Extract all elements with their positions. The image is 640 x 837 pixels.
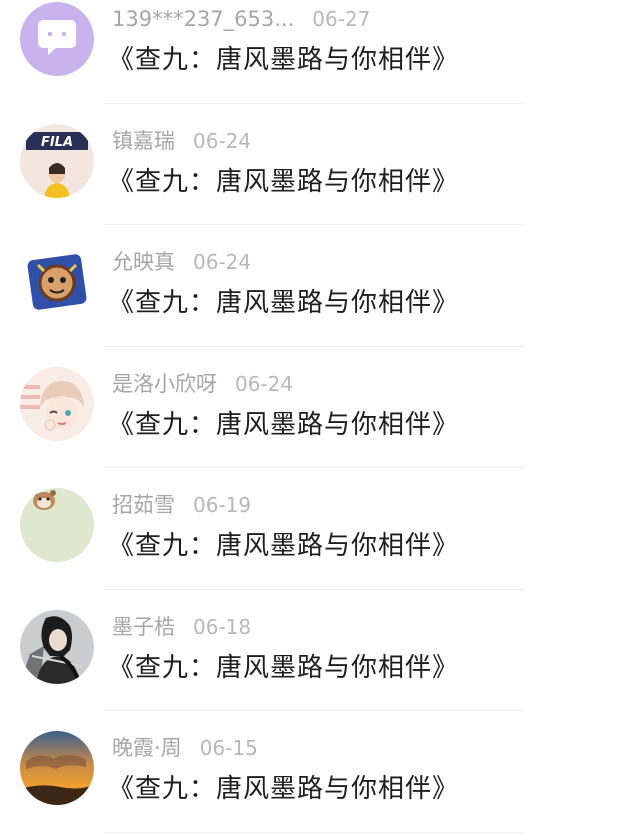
username[interactable]: 139***237_653... xyxy=(112,7,294,31)
hamster-avatar[interactable] xyxy=(20,488,94,562)
comment-item[interactable]: 允映真 06-24 《查九：唐风墨路与你相伴》 xyxy=(0,225,640,347)
comment-meta: 是洛小欣呀 06-24 xyxy=(112,369,293,399)
comment-item[interactable]: 墨子梏 06-18 《查九：唐风墨路与你相伴》 xyxy=(0,590,640,711)
comment-item[interactable]: 招茹雪 06-19 《查九：唐风墨路与你相伴》 xyxy=(0,468,640,590)
comment-text: 《查九：唐风墨路与你相伴》 xyxy=(108,531,460,561)
comment-item[interactable]: 139***237_653... 06-27 《查九：唐风墨路与你相伴》 xyxy=(0,0,640,104)
anime-girl-avatar[interactable] xyxy=(20,366,94,441)
timestamp: 06-27 xyxy=(312,7,371,31)
comment-text: 《查九：唐风墨路与你相伴》 xyxy=(108,45,460,75)
username[interactable]: 是洛小欣呀 xyxy=(112,372,217,396)
comment-meta: 晚霞·周 06-15 xyxy=(112,733,258,763)
comment-list: 139***237_653... 06-27 《查九：唐风墨路与你相伴》 FILA… xyxy=(0,0,640,833)
comment-text: 《查九：唐风墨路与你相伴》 xyxy=(108,288,460,318)
timestamp: 06-24 xyxy=(193,128,252,153)
comment-text: 《查九：唐风墨路与你相伴》 xyxy=(108,652,460,683)
username[interactable]: 允映真 xyxy=(112,250,175,274)
comment-item[interactable]: 是洛小欣呀 06-24 《查九：唐风墨路与你相伴》 xyxy=(0,347,640,468)
comment-meta: 允映真 06-24 xyxy=(112,247,251,277)
comment-item[interactable]: 晚霞·周 06-15 《查九：唐风墨路与你相伴》 xyxy=(0,711,640,833)
username[interactable]: 墨子梏 xyxy=(112,615,175,639)
comment-item[interactable]: FILA 镇嘉瑞 06-24 《查九：唐风墨路与你相伴》 xyxy=(0,104,640,225)
swordsman-avatar[interactable] xyxy=(20,609,94,684)
timestamp: 06-19 xyxy=(193,493,252,517)
comment-meta: 招茹雪 06-19 xyxy=(112,490,251,520)
username[interactable]: 晚霞·周 xyxy=(112,736,182,760)
comment-meta: 139***237_653... 06-27 xyxy=(112,4,370,34)
username[interactable]: 镇嘉瑞 xyxy=(112,129,175,153)
timestamp: 06-18 xyxy=(193,614,252,639)
fila-photo-avatar[interactable]: FILA xyxy=(20,123,94,198)
timestamp: 06-24 xyxy=(235,371,294,396)
svg-text:FILA: FILA xyxy=(41,135,73,150)
timestamp: 06-15 xyxy=(199,736,258,760)
comment-text: 《查九：唐风墨路与你相伴》 xyxy=(108,409,460,440)
sunset-avatar[interactable] xyxy=(20,731,94,805)
comment-text: 《查九：唐风墨路与你相伴》 xyxy=(108,774,460,804)
username[interactable]: 招茹雪 xyxy=(112,493,175,517)
comment-text: 《查九：唐风墨路与你相伴》 xyxy=(108,166,460,197)
chat-bubble-avatar[interactable] xyxy=(20,2,94,76)
comment-meta: 镇嘉瑞 06-24 xyxy=(112,126,251,156)
timestamp: 06-24 xyxy=(193,250,252,274)
cartoon-badge-avatar[interactable] xyxy=(20,245,94,319)
divider xyxy=(104,831,524,833)
comment-meta: 墨子梏 06-18 xyxy=(112,612,251,642)
